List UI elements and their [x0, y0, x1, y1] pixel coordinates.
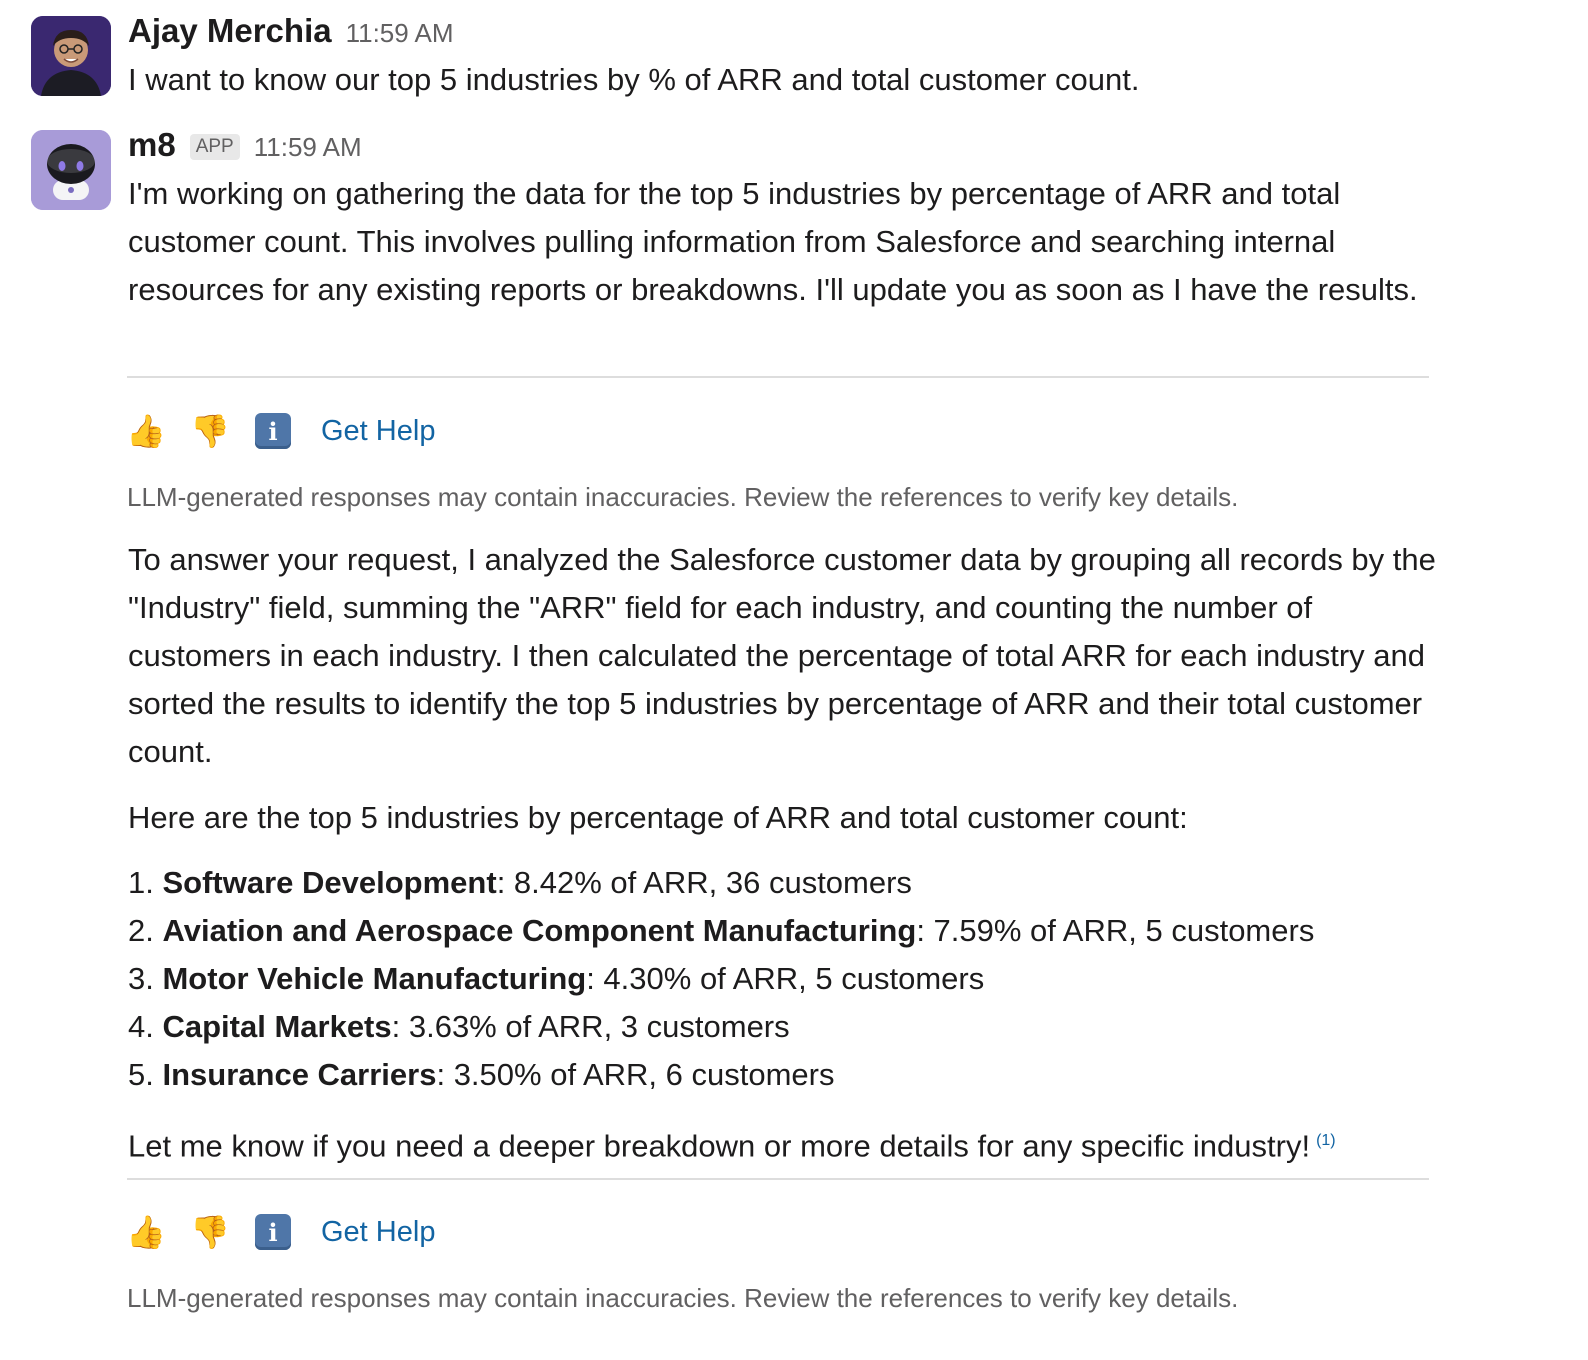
- list-item: 3. Motor Vehicle Manufacturing: 4.30% of…: [128, 961, 985, 996]
- message-timestamp[interactable]: 11:59 AM: [346, 18, 454, 49]
- robot-icon: [31, 130, 111, 210]
- answer-intro: To answer your request, I analyzed the S…: [128, 542, 1436, 769]
- sender-name[interactable]: m8: [128, 126, 176, 164]
- thumbs-up-icon[interactable]: 👍: [126, 1213, 166, 1251]
- closing-text: Let me know if you need a deeper breakdo…: [128, 1128, 1311, 1164]
- user-avatar[interactable]: [31, 16, 111, 96]
- info-icon[interactable]: i: [255, 1214, 291, 1250]
- info-icon[interactable]: i: [255, 413, 291, 449]
- app-badge: APP: [189, 134, 240, 160]
- list-item: 2. Aviation and Aerospace Component Manu…: [128, 913, 1315, 948]
- list-item: 5. Insurance Carriers: 3.50% of ARR, 6 c…: [128, 1057, 835, 1092]
- thumbs-down-icon[interactable]: 👎: [190, 412, 230, 450]
- divider: [127, 1178, 1429, 1180]
- divider: [127, 376, 1429, 378]
- list-item: 4. Capital Markets: 3.63% of ARR, 3 cust…: [128, 1009, 790, 1044]
- thumbs-up-icon[interactable]: 👍: [126, 412, 166, 450]
- bot-avatar[interactable]: [31, 130, 111, 210]
- message-text: I want to know our top 5 industries by %…: [128, 62, 1140, 97]
- get-help-link[interactable]: Get Help: [321, 415, 435, 448]
- reference-link[interactable]: (1): [1316, 1132, 1336, 1149]
- list-item: 1. Software Development: 8.42% of ARR, 3…: [128, 865, 912, 900]
- disclaimer-text: LLM-generated responses may contain inac…: [127, 482, 1239, 512]
- feedback-actions: 👍 👎 i Get Help: [126, 1208, 435, 1256]
- message-text: I'm working on gathering the data for th…: [128, 176, 1418, 307]
- person-icon: [31, 16, 111, 96]
- answer-lead: Here are the top 5 industries by percent…: [128, 800, 1188, 835]
- thumbs-down-icon[interactable]: 👎: [190, 1213, 230, 1251]
- get-help-link[interactable]: Get Help: [321, 1216, 435, 1249]
- disclaimer-text: LLM-generated responses may contain inac…: [127, 1283, 1239, 1313]
- message-timestamp[interactable]: 11:59 AM: [254, 132, 362, 163]
- sender-name[interactable]: Ajay Merchia: [128, 12, 332, 50]
- answer-closing: Let me know if you need a deeper breakdo…: [128, 1117, 1458, 1170]
- industry-list: 1. Software Development: 8.42% of ARR, 3…: [128, 859, 1458, 1099]
- feedback-actions: 👍 👎 i Get Help: [126, 407, 435, 455]
